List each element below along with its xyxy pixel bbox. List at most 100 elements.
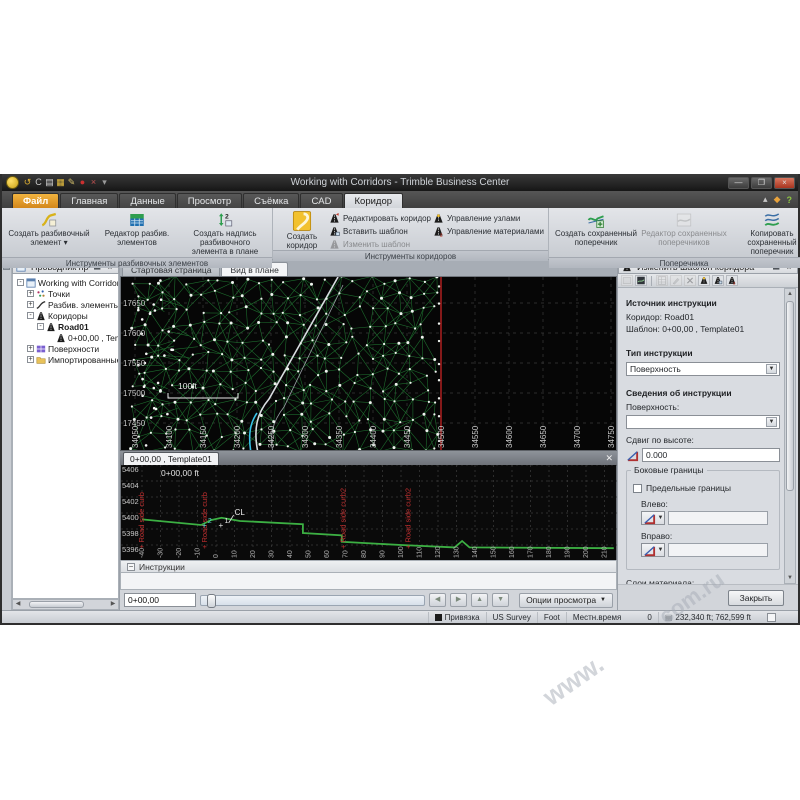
- ribbon-tab-file[interactable]: Файл: [12, 193, 59, 208]
- right-value-input[interactable]: [668, 543, 768, 557]
- instruction-type-select[interactable]: Поверхность▼: [626, 362, 780, 376]
- ribbon-tab-view[interactable]: Просмотр: [177, 193, 242, 208]
- collapse-icon[interactable]: -: [17, 279, 24, 286]
- insert-template-button[interactable]: Вставить шаблон: [329, 225, 431, 237]
- ribbon-tab-survey[interactable]: Съёмка: [243, 193, 299, 208]
- unit-status[interactable]: Foot: [537, 612, 566, 623]
- left-value-input[interactable]: [668, 511, 768, 525]
- svg-text:60: 60: [324, 550, 331, 558]
- create-saved-cross-section-button[interactable]: Создать сохраненный поперечник: [553, 210, 639, 247]
- tree-item-импортированные-файлы[interactable]: +Импортированные файлы: [15, 354, 118, 365]
- scroll-up-icon[interactable]: ▲: [785, 289, 795, 299]
- copy-saved-cross-section-button[interactable]: Копировать сохраненный поперечник: [729, 210, 800, 257]
- status-checkbox[interactable]: [767, 613, 776, 622]
- scroll-left-icon[interactable]: ◀: [13, 600, 23, 609]
- slider-thumb[interactable]: [207, 594, 216, 608]
- panel-tool-node-manage-icon[interactable]: [698, 275, 710, 286]
- ribbon-tab-data[interactable]: Данные: [119, 193, 175, 208]
- station-input[interactable]: 0+00,00: [124, 593, 196, 607]
- expand-icon[interactable]: +: [27, 290, 34, 297]
- step-up-button[interactable]: ▲: [471, 593, 488, 607]
- toolbar-dropdown-icon[interactable]: ▾: [99, 177, 110, 188]
- svg-text:40: 40: [287, 550, 294, 558]
- help-icon[interactable]: ?: [787, 195, 793, 205]
- record-icon[interactable]: ●: [77, 177, 88, 188]
- expand-icon[interactable]: +: [27, 345, 34, 352]
- ribbon-group-label: Инструменты разбивочных элементов: [2, 257, 272, 268]
- panel-tool-material-manage-icon[interactable]: 2: [726, 275, 738, 286]
- unit-system-status[interactable]: US Survey: [486, 612, 537, 623]
- time-status[interactable]: Местн.время: [566, 612, 628, 623]
- elevation-offset-label: Сдвиг по высоте:: [626, 435, 780, 445]
- section-view-canvas[interactable]: + Road side curb+ Road side curb+ Road s…: [120, 465, 617, 560]
- elevation-offset-input[interactable]: 0.000: [642, 448, 780, 462]
- tree-item-working-with-corridors[interactable]: -Working with Corridors: [15, 277, 118, 288]
- template-insert-icon: [329, 226, 340, 237]
- right-label: Вправо:: [641, 531, 773, 541]
- step-forward-button[interactable]: ▶: [450, 593, 467, 607]
- expand-icon[interactable]: +: [27, 301, 34, 308]
- station-slider[interactable]: [200, 595, 425, 606]
- cross-editor-icon: [674, 211, 694, 229]
- scrollbar-thumb[interactable]: [786, 301, 794, 491]
- plan-view-canvas[interactable]: 100ft17650176001755017500174503405034100…: [120, 276, 617, 450]
- scroll-right-icon[interactable]: ▶: [108, 600, 118, 609]
- panel-tool-delete-icon: [684, 275, 696, 286]
- collapse-icon[interactable]: -: [37, 323, 44, 330]
- redo-icon[interactable]: C: [33, 177, 44, 188]
- step-back-button[interactable]: ◀: [429, 593, 446, 607]
- step-down-button[interactable]: ▼: [492, 593, 509, 607]
- save-icon[interactable]: ▦: [55, 177, 66, 188]
- tree-item-0-00-00-template0[interactable]: 0+00,00 , Template0: [15, 332, 118, 343]
- tree-item-поверхности[interactable]: +Поверхности: [15, 343, 118, 354]
- alignment-editor-button[interactable]: Редактор разбив. элементов: [94, 210, 180, 247]
- ribbon-collapse-icon[interactable]: ▴: [763, 194, 768, 205]
- svg-text:90: 90: [380, 550, 387, 558]
- tree-item-точки[interactable]: +Точки: [15, 288, 118, 299]
- close-button[interactable]: ×: [774, 177, 795, 189]
- new-file-icon[interactable]: ▤: [44, 177, 55, 188]
- manage-nodes-button[interactable]: Управление узлами: [433, 212, 544, 224]
- expand-icon[interactable]: +: [27, 356, 34, 363]
- ribbon-tab-corridor[interactable]: Коридор: [344, 193, 404, 208]
- scrollbar-thumb[interactable]: [29, 601, 84, 608]
- svg-text:17550: 17550: [123, 359, 146, 368]
- left-mode-dropdown[interactable]: ▼: [641, 511, 665, 525]
- panel-tool-template-insert-icon[interactable]: [712, 275, 724, 286]
- import-icon[interactable]: ✎: [66, 177, 77, 188]
- panel-tool-template-image-icon[interactable]: [635, 275, 647, 286]
- scroll-down-icon[interactable]: ▼: [785, 573, 795, 583]
- create-corridor-button[interactable]: Создать коридор: [277, 210, 327, 250]
- svg-text:100: 100: [398, 546, 405, 558]
- limits-checkbox[interactable]: [633, 484, 642, 493]
- alignment-label-icon: 2: [215, 211, 235, 229]
- section-close-icon[interactable]: ✕: [605, 453, 613, 464]
- ribbon-tab-cad[interactable]: CAD: [300, 193, 342, 208]
- minimize-button[interactable]: —: [728, 177, 749, 189]
- tree-horizontal-scrollbar[interactable]: ◀ ▶: [12, 599, 119, 610]
- tree-item-разбив-элементы[interactable]: +Разбив. элементы: [15, 299, 118, 310]
- edit-corridor-button[interactable]: Редактировать коридор: [329, 212, 431, 224]
- view-options-button[interactable]: Опции просмотра▼: [519, 593, 613, 608]
- create-alignment-label-button[interactable]: 2Создать надпись разбивочного элемента в…: [182, 210, 268, 257]
- create-alignment-button[interactable]: Создать разбивочный элемент ▾: [6, 210, 92, 247]
- corridor-icon: [46, 322, 56, 332]
- right-mode-dropdown[interactable]: ▼: [641, 543, 665, 557]
- surface-select[interactable]: ▼: [626, 415, 780, 429]
- panel-scrollbar[interactable]: ▲ ▼: [784, 288, 796, 584]
- panel-close-button[interactable]: Закрыть: [728, 590, 784, 606]
- tree-item-road01[interactable]: -Road01: [15, 321, 118, 332]
- tree-item-коридоры[interactable]: -Коридоры: [15, 310, 118, 321]
- app-logo-icon[interactable]: [6, 176, 19, 189]
- instructions-header[interactable]: − Инструкции: [120, 560, 617, 573]
- type-header: Тип инструкции: [626, 348, 780, 358]
- undo-icon[interactable]: ↺: [22, 177, 33, 188]
- maximize-button[interactable]: ❐: [751, 177, 772, 189]
- collapse-icon[interactable]: −: [127, 563, 135, 571]
- snap-status[interactable]: Привязка: [428, 612, 486, 623]
- close-doc-icon[interactable]: ×: [88, 177, 99, 188]
- ribbon-tab-home[interactable]: Главная: [60, 193, 118, 208]
- section-tab[interactable]: 0+00,00 , Template01: [123, 452, 219, 465]
- manage-materials-button[interactable]: 2Управление материалами: [433, 225, 544, 237]
- collapse-icon[interactable]: -: [27, 312, 34, 319]
